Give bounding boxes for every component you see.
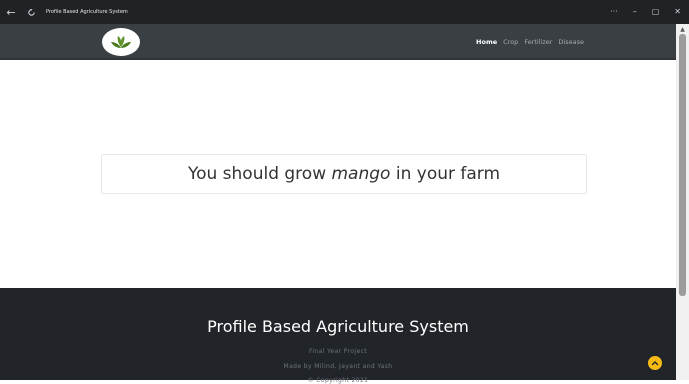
- result-prefix: You should grow: [187, 164, 332, 184]
- nav-fertilizer-link[interactable]: Fertilizer: [524, 38, 552, 46]
- footer-copyright-text: © Copyright 2021: [307, 377, 369, 384]
- nav-links: Home Crop Fertilizer Disease: [476, 24, 584, 60]
- scroll-up-arrow-icon[interactable]: ▲: [676, 24, 689, 34]
- site-navbar: Home Crop Fertilizer Disease: [0, 24, 676, 60]
- reload-icon[interactable]: [22, 0, 40, 24]
- scrollbar-thumb[interactable]: [679, 34, 686, 296]
- restore-icon[interactable]: ▢: [652, 0, 660, 24]
- window-title: Profile Based Agriculture System: [46, 9, 128, 15]
- back-arrow-icon[interactable]: ←: [0, 0, 22, 24]
- result-card: You should grow mango in your farm: [101, 154, 587, 194]
- chevron-up-icon: [651, 361, 659, 366]
- vertical-scrollbar[interactable]: ▲: [676, 24, 689, 380]
- footer-project-text: Final Year Project: [308, 348, 368, 355]
- result-suffix: in your farm: [390, 164, 501, 184]
- footer-title: Profile Based Agriculture System: [207, 317, 469, 336]
- leaf-logo-icon[interactable]: [102, 28, 140, 56]
- result-text: You should grow mango in your farm: [188, 164, 500, 184]
- close-icon[interactable]: ✕: [674, 0, 681, 24]
- main-content: You should grow mango in your farm: [0, 60, 676, 288]
- site-footer: Profile Based Agriculture System Final Y…: [0, 288, 676, 384]
- more-options-icon[interactable]: ···: [610, 0, 618, 24]
- window-titlebar: ← Profile Based Agriculture System ··· –…: [0, 0, 689, 24]
- footer-credits-text: Made by Milind, Jayant and Yash: [283, 363, 393, 370]
- scroll-to-top-button[interactable]: [648, 356, 662, 370]
- recommended-crop: mango: [331, 164, 391, 184]
- nav-disease-link[interactable]: Disease: [558, 38, 584, 46]
- nav-home-link[interactable]: Home: [476, 38, 497, 46]
- nav-crop-link[interactable]: Crop: [503, 38, 518, 46]
- minimize-icon[interactable]: –: [633, 0, 637, 24]
